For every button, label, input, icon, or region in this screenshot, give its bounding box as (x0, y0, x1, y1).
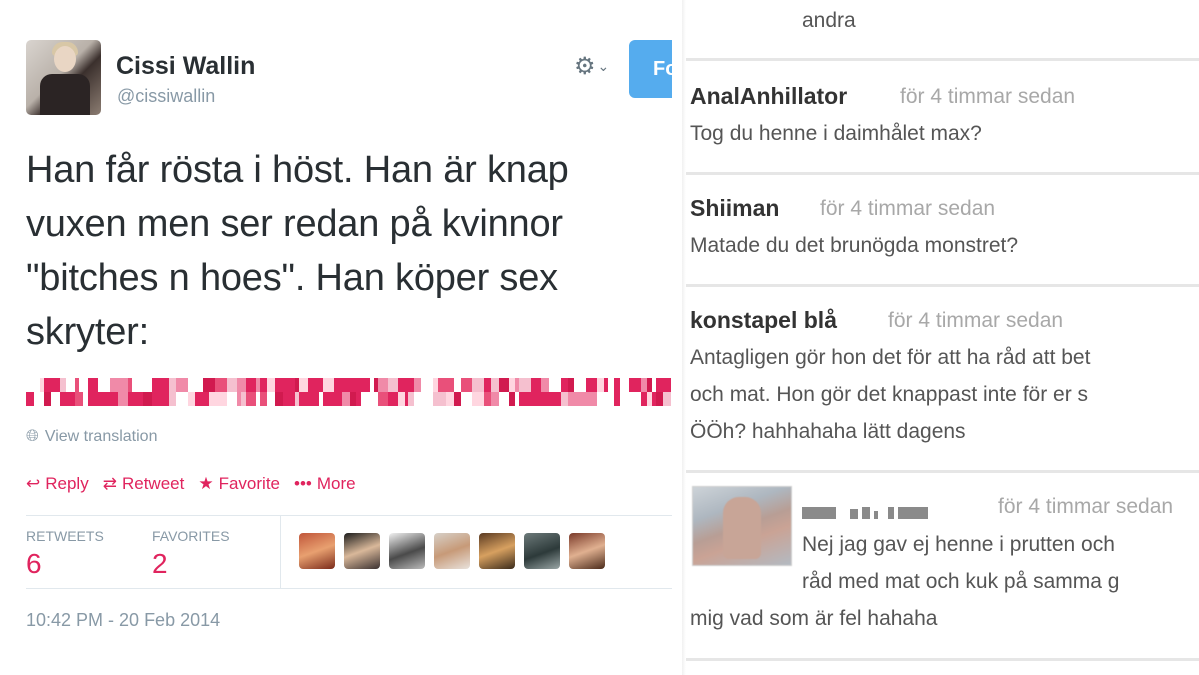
tweet-text-line: Han får rösta i höst. Han är knap (26, 149, 569, 191)
favoriter-avatar[interactable] (434, 533, 470, 569)
comment-body: Tog du henne i daimhålet max? (690, 122, 982, 145)
tweet-text-line: "bitches n hoes". Han köper sex (26, 257, 558, 299)
reply-button[interactable]: ↩ Reply (26, 474, 89, 494)
comment-time: för 4 timmar sedan (900, 85, 1076, 108)
comment-fragment: andra (802, 9, 856, 32)
comment-time: för 4 timmar sedan (820, 197, 996, 220)
retweets-label: RETWEETS (26, 528, 104, 544)
comment-body: Antagligen gör hon det för att ha råd at… (690, 346, 1091, 369)
profile-avatar[interactable] (26, 40, 101, 115)
divider (686, 284, 1199, 287)
user-display-name[interactable]: Cissi Wallin (116, 52, 255, 81)
comment-body: råd med mat och kuk på samma g (802, 570, 1120, 593)
divider (26, 588, 672, 589)
retweet-label: Retweet (121, 474, 185, 493)
commenter-avatar[interactable] (692, 486, 792, 566)
retweet-button[interactable]: ⇄ Retweet (103, 474, 185, 494)
favoriter-avatar[interactable] (479, 533, 515, 569)
favoriters-avatars (299, 533, 614, 569)
comment-body: och mat. Hon gör det knappast inte för e… (690, 383, 1089, 406)
tweet-text-line: skryter: (26, 311, 149, 353)
view-translation-link[interactable]: 🌐︎ View translation (26, 428, 157, 446)
comment-author[interactable]: Shiiman (690, 195, 779, 222)
favoriter-avatar[interactable] (344, 533, 380, 569)
divider (280, 515, 281, 588)
comment-author[interactable]: AnalAnhillator (690, 83, 847, 110)
reply-label: Reply (45, 474, 89, 493)
more-icon: ••• (294, 474, 312, 493)
favoriter-avatar[interactable] (389, 533, 425, 569)
user-handle[interactable]: @cissiwallin (117, 86, 215, 107)
comment-body: Matade du det brunögda monstret? (690, 234, 1019, 257)
tweet-text-line: vuxen men ser redan på kvinnor (26, 203, 563, 245)
comment-body: mig vad som är fel hahaha (690, 607, 938, 630)
more-label: More (316, 474, 356, 493)
tweet-text: Han får rösta i höst. Han är knap vuxen m… (26, 143, 672, 359)
chevron-down-icon: ⌄ (597, 58, 610, 74)
tweet-timestamp[interactable]: 10:42 PM - 20 Feb 2014 (26, 610, 220, 631)
favorite-button[interactable]: ★ Favorite (198, 474, 280, 494)
pixelated-link[interactable] (26, 378, 671, 406)
gear-icon: ⚙ (574, 53, 596, 80)
favoriter-avatar[interactable] (299, 533, 335, 569)
view-translation-label: View translation (44, 428, 158, 445)
favoriter-avatar[interactable] (569, 533, 605, 569)
favorite-label: Favorite (218, 474, 281, 493)
comment-author[interactable]: konstapel blå (690, 307, 837, 334)
retweet-icon: ⇄ (102, 474, 117, 493)
more-button[interactable]: ••• More (294, 474, 356, 494)
star-icon: ★ (198, 474, 214, 493)
globe-icon: 🌐︎ (26, 428, 39, 445)
divider (686, 470, 1199, 473)
favorites-label: FAVORITES (152, 528, 230, 544)
divider (686, 172, 1199, 175)
reply-icon: ↩ (26, 474, 41, 493)
divider (26, 515, 672, 516)
pixelated-username[interactable] (802, 503, 932, 519)
comment-time: för 4 timmar sedan (888, 309, 1064, 332)
follow-button[interactable]: Fo (629, 40, 672, 98)
retweets-count[interactable]: 6 (26, 548, 42, 580)
tweet-actions: ↩ Reply ⇄ Retweet ★ Favorite ••• More (26, 474, 370, 494)
divider (686, 58, 1199, 61)
favoriter-avatar[interactable] (524, 533, 560, 569)
comment-body: ÖÖh? hahhahaha lätt dagens (690, 420, 966, 443)
tweet-card: Cissi Wallin @cissiwallin ⚙ ⌄ Fo Han får … (0, 0, 672, 675)
gear-menu-button[interactable]: ⚙ ⌄ (574, 52, 609, 81)
comment-time: för 4 timmar sedan (998, 495, 1174, 518)
divider (686, 658, 1199, 661)
favorites-count[interactable]: 2 (152, 548, 168, 580)
comment-body: Nej jag gav ej henne i prutten och (802, 533, 1115, 556)
